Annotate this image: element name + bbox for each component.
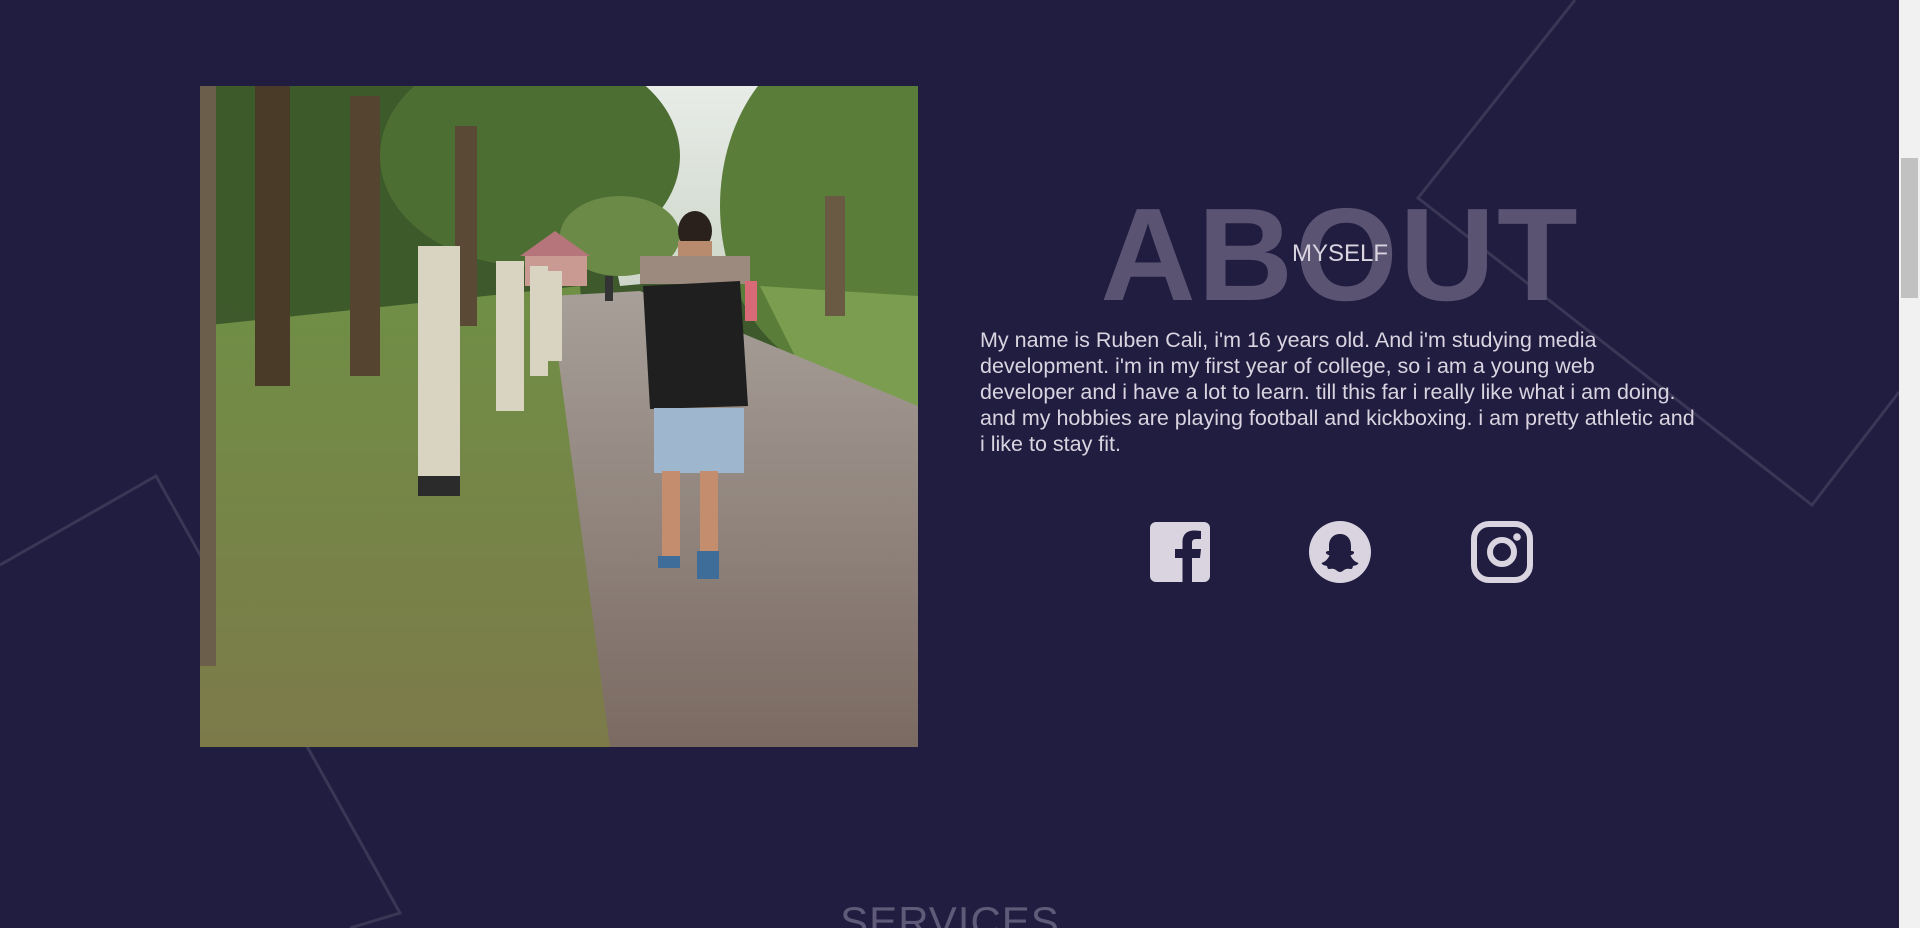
- snapchat-icon: [1309, 521, 1371, 583]
- about-bio: My name is Ruben Cali, i'm 16 years old.…: [980, 328, 1695, 456]
- page-scrollbar[interactable]: [1899, 0, 1920, 928]
- snapchat-link[interactable]: [1308, 520, 1372, 584]
- profile-photo: [200, 86, 918, 747]
- facebook-icon: [1150, 522, 1210, 582]
- about-heading-subtitle: MYSELF: [1291, 240, 1389, 267]
- scrollbar-thumb[interactable]: [1901, 158, 1918, 298]
- social-links: [1148, 520, 1533, 584]
- facebook-link[interactable]: [1148, 520, 1212, 584]
- page: ABOUT MYSELF My name is Ruben Cali, i'm …: [0, 0, 1920, 928]
- services-heading: SERVICES: [840, 898, 1060, 928]
- instagram-icon: [1471, 521, 1533, 583]
- about-heading: ABOUT MYSELF: [980, 180, 1700, 330]
- instagram-link[interactable]: [1470, 520, 1534, 584]
